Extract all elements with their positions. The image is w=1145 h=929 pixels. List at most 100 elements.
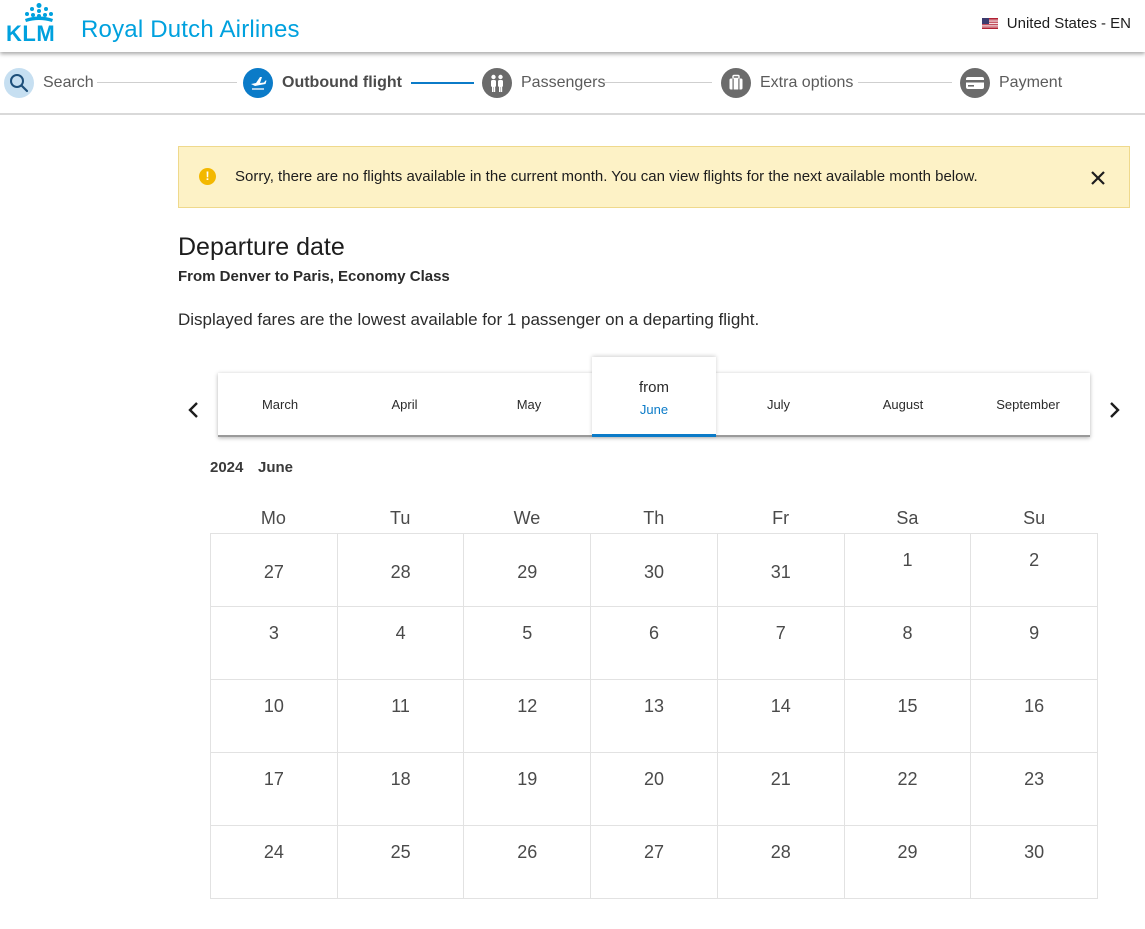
calendar-day[interactable]: 11 xyxy=(337,680,465,753)
calendar-day[interactable]: 30 xyxy=(971,826,1099,899)
site-header: KLM Royal Dutch Airlines United States -… xyxy=(0,0,1145,52)
calendar-day[interactable]: 22 xyxy=(844,753,972,826)
weekday-label: Su xyxy=(1023,508,1046,528)
calendar-year: 2024 xyxy=(210,459,244,476)
calendar-day[interactable]: 3 xyxy=(211,607,338,680)
luggage-icon xyxy=(721,68,751,98)
month-label: May xyxy=(516,396,542,412)
calendar-day[interactable]: 27 xyxy=(591,826,718,899)
calendar-day[interactable]: 7 xyxy=(717,607,845,680)
month-tab[interactable]: July xyxy=(717,373,841,435)
credit-card-icon xyxy=(960,68,990,98)
month-tab-selected[interactable]: from June xyxy=(592,357,716,437)
month-tab[interactable]: May xyxy=(467,373,591,435)
close-icon[interactable] xyxy=(1087,167,1109,189)
month-label: August xyxy=(882,396,924,412)
calendar-day[interactable]: 24 xyxy=(211,826,338,899)
calendar-day[interactable]: 5 xyxy=(464,607,592,680)
calendar-day[interactable]: 19 xyxy=(464,753,592,826)
no-flights-alert: ! Sorry, there are no flights available … xyxy=(178,146,1130,208)
step-connector-active xyxy=(411,82,474,84)
month-tab[interactable]: September xyxy=(966,373,1090,435)
calendar-day[interactable]: 9 xyxy=(971,607,1099,680)
weekday-label: We xyxy=(513,508,541,528)
step-connector xyxy=(97,82,237,83)
alert-message: Sorry, there are no flights available in… xyxy=(235,168,978,185)
calendar-day[interactable]: 29 xyxy=(844,826,972,899)
month-label: July xyxy=(766,396,791,412)
chevron-left-icon[interactable] xyxy=(186,399,202,421)
calendar-day[interactable]: 2 xyxy=(971,534,1099,607)
month-tab[interactable]: August xyxy=(841,373,965,435)
brand-name: Royal Dutch Airlines xyxy=(81,16,300,43)
month-label: September xyxy=(996,396,1060,412)
calendar-day[interactable]: 13 xyxy=(591,680,718,753)
calendar-day[interactable]: 23 xyxy=(971,753,1099,826)
weekday-label: Mo xyxy=(260,508,286,528)
chevron-right-icon[interactable] xyxy=(1106,399,1122,421)
calendar-day-other-month[interactable]: 27 xyxy=(211,534,338,607)
step-passengers[interactable]: Passengers xyxy=(482,68,606,98)
calendar-day[interactable]: 16 xyxy=(971,680,1099,753)
route-summary: From Denver to Paris, Economy Class xyxy=(178,268,450,285)
calendar-day[interactable]: 15 xyxy=(844,680,972,753)
month-label: March xyxy=(261,396,299,412)
weekday-label: Th xyxy=(643,508,665,528)
calendar-week-row: 3456789 xyxy=(211,607,1099,680)
passengers-icon xyxy=(482,68,512,98)
calendar-month: June xyxy=(258,459,294,476)
weekday-label: Sa xyxy=(896,508,919,528)
calendar-day[interactable]: 14 xyxy=(717,680,845,753)
calendar-week-row: 27 28 29 30 31 1 2 xyxy=(211,534,1099,607)
step-extra-options[interactable]: Extra options xyxy=(721,68,853,98)
step-search[interactable]: Search xyxy=(4,68,94,98)
calendar-day[interactable]: 26 xyxy=(464,826,592,899)
month-from-label: from xyxy=(639,378,669,396)
step-outbound-flight[interactable]: Outbound flight xyxy=(243,68,402,98)
calendar-day[interactable]: 6 xyxy=(591,607,718,680)
calendar-day-other-month[interactable]: 29 xyxy=(464,534,592,607)
calendar-day[interactable]: 8 xyxy=(844,607,972,680)
plane-icon xyxy=(243,68,273,98)
fares-note: Displayed fares are the lowest available… xyxy=(178,310,760,329)
month-label: April xyxy=(391,396,418,412)
locale-label: United States - EN xyxy=(1006,15,1131,32)
calendar-day[interactable]: 18 xyxy=(337,753,465,826)
us-flag-icon xyxy=(981,18,998,29)
calendar-day[interactable]: 21 xyxy=(717,753,845,826)
calendar-day[interactable]: 1 xyxy=(844,534,972,607)
step-label: Passengers xyxy=(521,74,606,91)
calendar-day[interactable]: 20 xyxy=(591,753,718,826)
locale-selector[interactable]: United States - EN xyxy=(981,15,1131,32)
calendar-week-row: 17 18 19 20 21 22 23 xyxy=(211,753,1099,826)
weekday-label: Fr xyxy=(772,508,790,528)
booking-stepper: Search Outbound flight Passengers Extra … xyxy=(0,52,1145,115)
calendar-day[interactable]: 28 xyxy=(717,826,845,899)
warning-icon: ! xyxy=(199,168,216,185)
calendar-day[interactable]: 25 xyxy=(337,826,465,899)
calendar-day[interactable]: 17 xyxy=(211,753,338,826)
calendar-day[interactable]: 12 xyxy=(464,680,592,753)
calendar-grid: 27 28 29 30 31 1 2 3 4 5 6 7 8 9 10 11 12 13 14 15 16 17 18 19 2… xyxy=(210,533,1099,899)
calendar-day[interactable]: 4 xyxy=(337,607,465,680)
month-label: June xyxy=(639,401,669,417)
weekday-label: Tu xyxy=(390,508,411,528)
step-connector xyxy=(604,82,712,83)
step-label: Search xyxy=(43,74,94,91)
step-connector xyxy=(858,82,952,83)
page-title: Departure date xyxy=(178,233,345,261)
calendar-day-other-month[interactable]: 30 xyxy=(591,534,718,607)
calendar-week-row: 10 11 12 13 14 15 16 xyxy=(211,680,1099,753)
month-tab[interactable]: March xyxy=(218,373,342,435)
calendar-day-other-month[interactable]: 31 xyxy=(717,534,845,607)
step-payment[interactable]: Payment xyxy=(960,68,1062,98)
month-tab[interactable]: April xyxy=(343,373,467,435)
month-carousel: March April May from June July August Se… xyxy=(218,357,1090,437)
calendar-day[interactable]: 10 xyxy=(211,680,338,753)
calendar-day-other-month[interactable]: 28 xyxy=(337,534,465,607)
step-label: Outbound flight xyxy=(282,74,402,91)
step-label: Payment xyxy=(999,74,1063,91)
klm-logo[interactable]: KLM xyxy=(6,2,72,42)
calendar-week-row: 24 25 26 27 28 29 30 xyxy=(211,826,1099,899)
klm-logo-text: KLM xyxy=(6,21,55,42)
